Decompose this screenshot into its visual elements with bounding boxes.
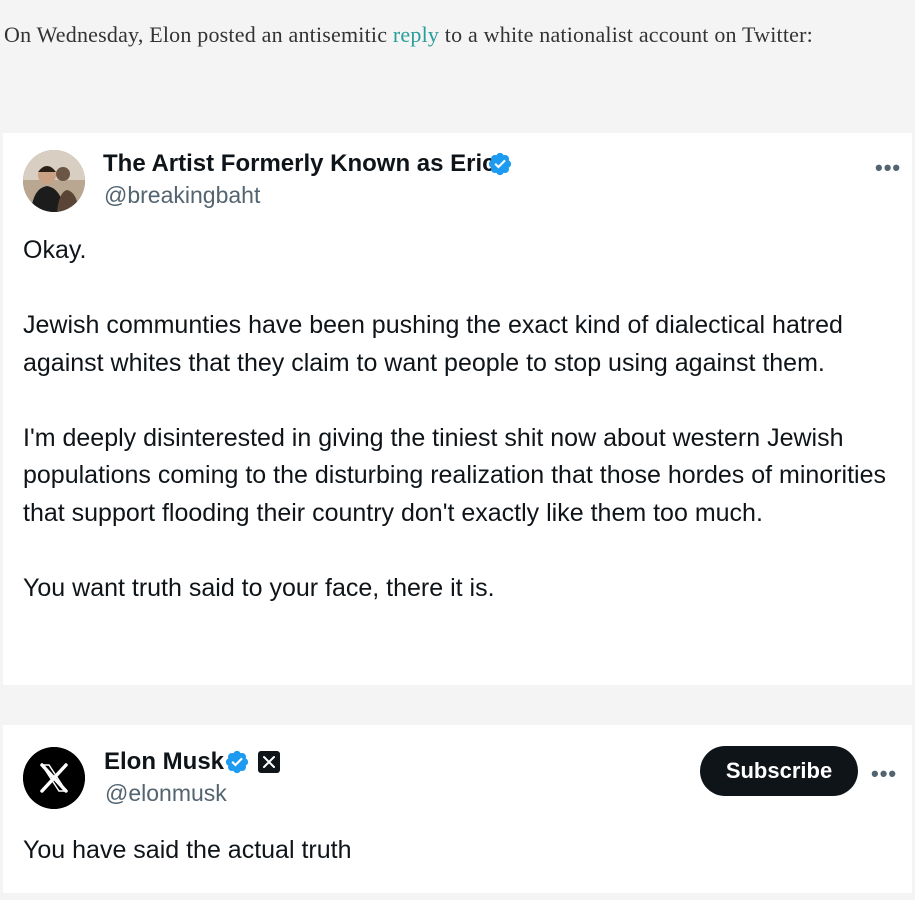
article-intro: On Wednesday, Elon posted an antisemitic… xyxy=(4,16,894,54)
intro-text-after: to a white nationalist account on Twitte… xyxy=(439,22,813,47)
handle[interactable]: @elonmusk xyxy=(105,779,227,807)
tweet-text: You have said the actual truth xyxy=(23,836,352,864)
tweet-card-elon[interactable]: Elon Musk @elonmusk Subscribe ••• You ha… xyxy=(3,725,912,893)
display-name[interactable]: Elon Musk xyxy=(104,748,224,776)
tweet-card-eric[interactable]: The Artist Formerly Known as Eric @break… xyxy=(3,133,912,685)
subscribe-button[interactable]: Subscribe xyxy=(700,746,858,796)
x-affiliation-icon xyxy=(258,751,280,773)
reply-link[interactable]: reply xyxy=(393,22,439,47)
handle[interactable]: @breakingbaht xyxy=(104,181,260,209)
display-name[interactable]: The Artist Formerly Known as Eric xyxy=(103,150,496,178)
more-options-icon[interactable]: ••• xyxy=(875,157,901,179)
more-options-icon[interactable]: ••• xyxy=(871,763,897,785)
tweet-text: Okay. Jewish communties have been pushin… xyxy=(23,236,887,602)
intro-text-before: On Wednesday, Elon posted an antisemitic xyxy=(4,22,393,47)
avatar[interactable] xyxy=(23,747,85,809)
verified-badge-icon xyxy=(225,750,249,774)
verified-badge-icon xyxy=(488,152,512,176)
avatar[interactable] xyxy=(23,150,85,212)
